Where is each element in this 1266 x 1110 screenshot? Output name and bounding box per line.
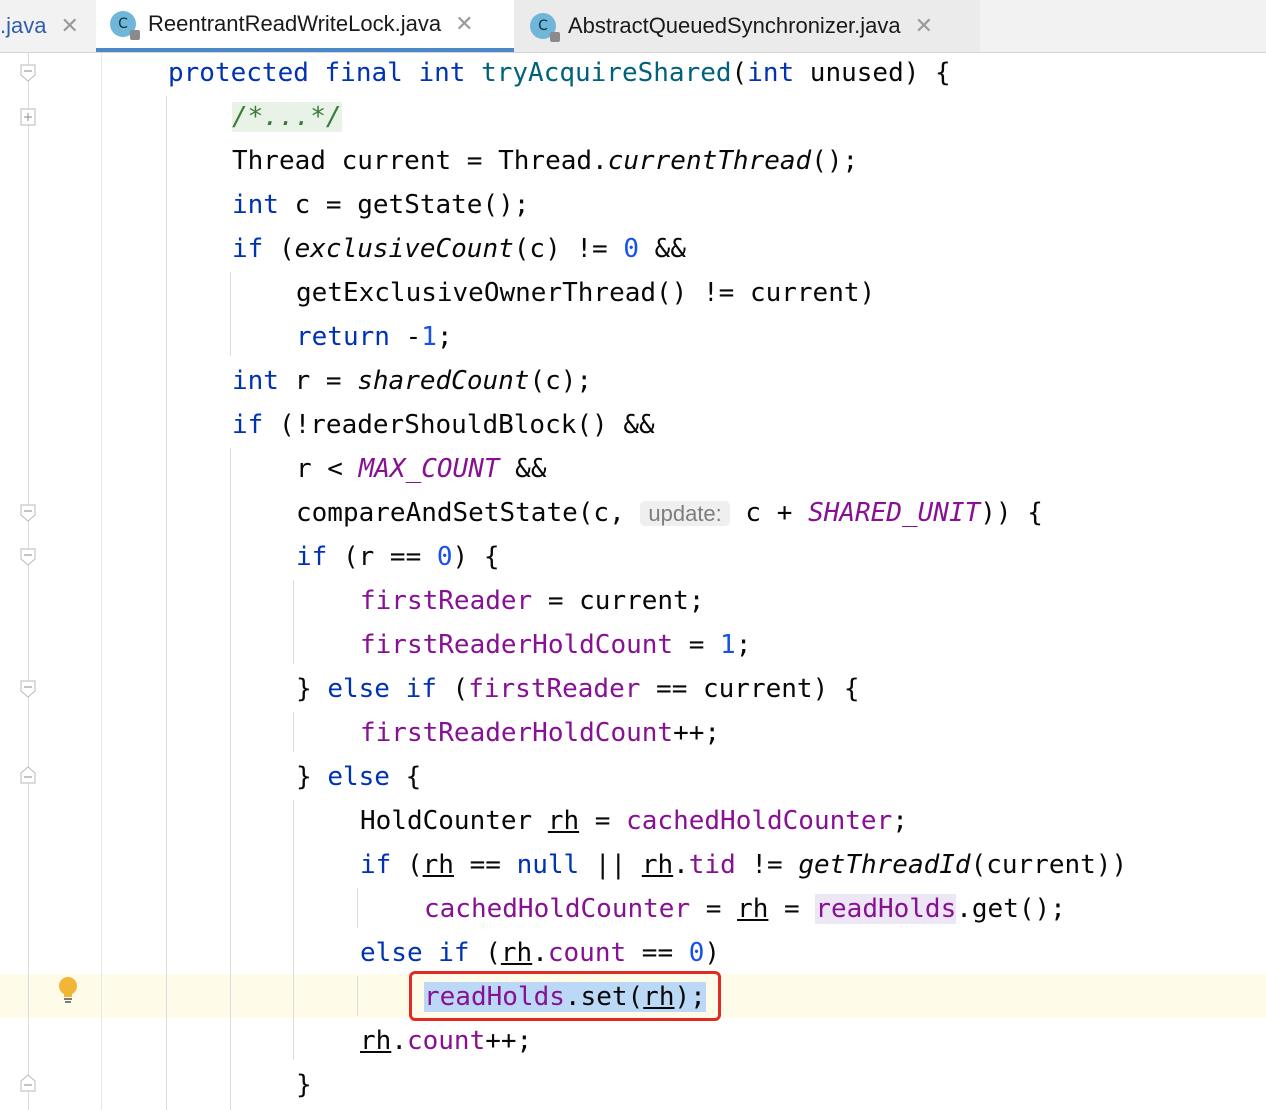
- fold-collapse-icon[interactable]: [20, 64, 36, 82]
- code-line[interactable]: }: [296, 1063, 312, 1107]
- fold-collapse-icon[interactable]: [20, 680, 36, 698]
- code-line[interactable]: if (rh == null || rh.tid != getThreadId(…: [360, 843, 1127, 887]
- gutter-separator: [101, 53, 102, 1110]
- code-line[interactable]: else if (rh.count == 0): [360, 931, 720, 975]
- code-line[interactable]: cachedHoldCounter = rh = readHolds.get()…: [424, 887, 1066, 931]
- lock-icon: [550, 32, 560, 42]
- indent-guide: [293, 712, 294, 752]
- close-icon[interactable]: ✕: [915, 13, 933, 39]
- indent-guide: [357, 888, 358, 928]
- indent-guide: [230, 448, 231, 1110]
- code-line[interactable]: rh.count++;: [360, 1019, 532, 1063]
- tab-label: ReentrantReadWriteLock.java: [148, 11, 442, 36]
- tab-java-file[interactable]: .java ✕: [0, 0, 92, 52]
- code-line[interactable]: } else if (firstReader == current) {: [296, 667, 860, 711]
- fold-end-icon[interactable]: [20, 1074, 36, 1092]
- lightbulb-icon[interactable]: [57, 976, 79, 1004]
- indent-guide: [357, 976, 358, 1016]
- code-line[interactable]: if (!readerShouldBlock() &&: [232, 403, 655, 447]
- indent-guide: [293, 580, 294, 664]
- code-line[interactable]: /*...*/: [232, 95, 342, 139]
- code-line[interactable]: if (exclusiveCount(c) != 0 &&: [232, 227, 686, 271]
- tab-reentrantreadwritelock[interactable]: C ReentrantReadWriteLock.java ✕: [96, 0, 514, 52]
- fold-gutter-line: [28, 53, 29, 1110]
- fold-expand-icon[interactable]: [20, 108, 36, 126]
- code-line[interactable]: } else {: [296, 755, 421, 799]
- code-line[interactable]: int r = sharedCount(c);: [232, 359, 592, 403]
- fold-collapse-icon[interactable]: [20, 548, 36, 566]
- code-line[interactable]: getExclusiveOwnerThread() != current): [296, 271, 875, 315]
- code-line[interactable]: firstReaderHoldCount++;: [360, 711, 720, 755]
- java-class-icon: C: [530, 13, 560, 42]
- tab-label: .java: [0, 13, 47, 38]
- code-line[interactable]: HoldCounter rh = cachedHoldCounter;: [360, 799, 908, 843]
- close-icon[interactable]: ✕: [455, 11, 473, 37]
- code-line[interactable]: r < MAX_COUNT &&: [296, 447, 546, 491]
- code-line[interactable]: Thread current = Thread.currentThread();: [232, 139, 858, 183]
- code-line[interactable]: if (r == 0) {: [296, 535, 500, 579]
- fold-collapse-icon[interactable]: [20, 504, 36, 522]
- code-line[interactable]: firstReader = current;: [360, 579, 704, 623]
- code-line[interactable]: compareAndSetState(c, update: c + SHARED…: [296, 491, 1043, 535]
- indent-guide: [230, 272, 231, 356]
- code-line[interactable]: int c = getState();: [232, 183, 529, 227]
- indent-guide: [293, 800, 294, 1060]
- parameter-hint: update:: [640, 501, 730, 526]
- folded-comment[interactable]: /*...*/: [232, 102, 342, 132]
- code-line[interactable]: return -1;: [296, 315, 453, 359]
- code-line[interactable]: firstReaderHoldCount = 1;: [360, 623, 751, 667]
- tab-abstractqueuedsynchronizer[interactable]: C AbstractQueuedSynchronizer.java ✕: [514, 0, 980, 52]
- java-class-icon: C: [110, 11, 140, 40]
- lock-icon: [130, 30, 140, 40]
- fold-end-icon[interactable]: [20, 766, 36, 784]
- editor-tab-bar: .java ✕ C ReentrantReadWriteLock.java ✕ …: [0, 0, 1266, 53]
- highlight-annotation-box: [409, 971, 721, 1021]
- indent-guide: [166, 96, 167, 1110]
- tab-label: AbstractQueuedSynchronizer.java: [568, 13, 901, 38]
- code-line[interactable]: protected final int tryAcquireShared(int…: [168, 51, 951, 95]
- close-icon[interactable]: ✕: [60, 13, 78, 39]
